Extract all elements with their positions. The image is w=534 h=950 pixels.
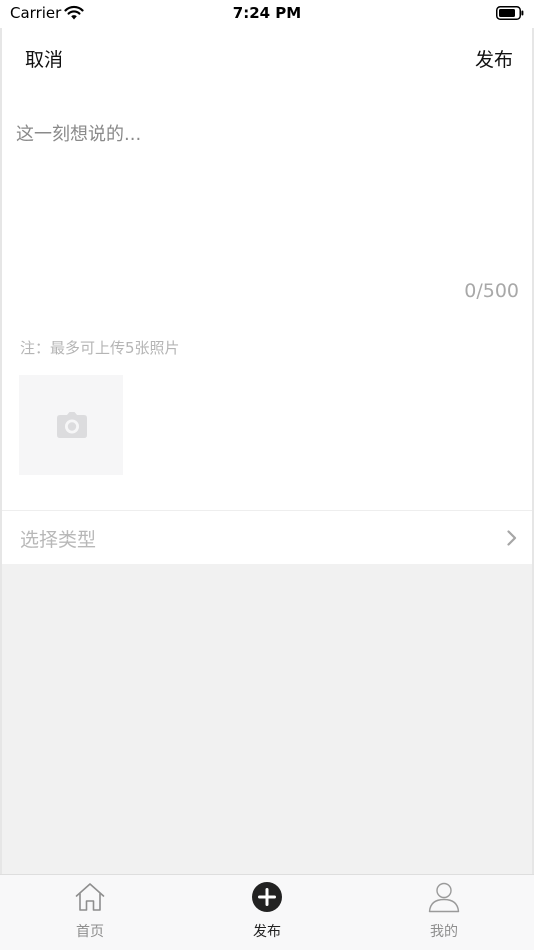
cancel-button[interactable]: 取消: [25, 45, 63, 72]
tab-mine-label: 我的: [430, 924, 458, 940]
post-content-input[interactable]: [16, 120, 516, 270]
camera-icon: [57, 412, 87, 438]
tab-publish[interactable]: 发布: [207, 875, 327, 950]
type-selector-label: 选择类型: [20, 529, 97, 551]
tab-mine[interactable]: 我的: [384, 875, 504, 950]
battery-icon: [496, 6, 524, 20]
status-bar: Carrier 7:24 PM: [0, 0, 534, 28]
plus-circle-icon: [252, 882, 282, 912]
user-icon: [428, 882, 460, 913]
clock: 7:24 PM: [232, 4, 302, 22]
upload-limit-note: 注：最多可上传5张照片: [20, 339, 180, 357]
character-counter: 0/500: [464, 280, 519, 302]
tab-home[interactable]: 首页: [30, 875, 150, 950]
type-selector-row[interactable]: 选择类型: [2, 510, 532, 564]
home-icon: [75, 883, 105, 911]
empty-content-area: [2, 564, 532, 874]
add-photo-button[interactable]: [19, 375, 123, 475]
publish-button[interactable]: 发布: [475, 45, 513, 72]
tab-home-label: 首页: [76, 924, 104, 940]
tab-bar: 首页 发布 我的: [0, 874, 534, 950]
tab-publish-label: 发布: [253, 924, 281, 940]
chevron-right-icon: [507, 530, 517, 546]
